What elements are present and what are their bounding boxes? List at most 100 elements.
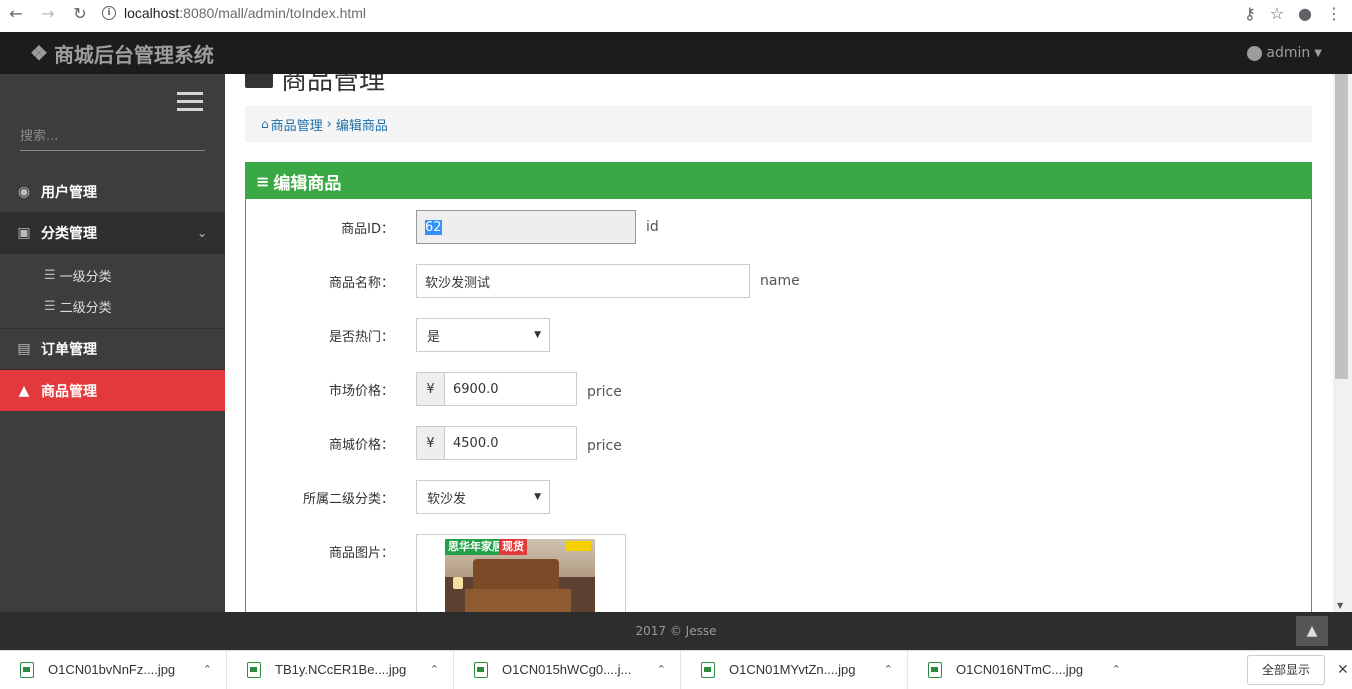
breadcrumb-link-products[interactable]: 商品管理 — [271, 115, 323, 134]
category-select[interactable]: 软沙发 ▼ — [416, 480, 550, 514]
user-menu[interactable]: admin ▼ — [1247, 45, 1322, 61]
back-arrow-icon[interactable]: ← — [0, 0, 32, 26]
sidebar-item-label: 商品管理 — [41, 383, 97, 400]
form-row-category: 所属二级分类： 软沙发 ▼ — [246, 480, 550, 514]
edit-panel: ≡ 编辑商品 商品ID： 62 id 商品名称： 软沙发测试 name 是否热门… — [245, 162, 1312, 612]
form-label: 商城价格： — [328, 437, 394, 453]
back-to-top-button[interactable]: ▲ — [1296, 616, 1328, 646]
download-item[interactable]: TB1y.NCcER1Be....jpg ⌃ — [227, 650, 454, 689]
caret-down-icon: ▼ — [1314, 47, 1322, 59]
footer: 2017 © Jesse ▲ — [0, 612, 1352, 650]
product-id-field[interactable]: 62 — [416, 210, 636, 244]
chevron-up-icon[interactable]: ⌃ — [203, 663, 212, 676]
form-label: 市场价格： — [328, 383, 394, 399]
info-icon[interactable]: i — [102, 6, 116, 20]
chevron-up-icon[interactable]: ⌃ — [884, 663, 893, 676]
sidebar-item-users[interactable]: ◉ 用户管理 — [0, 172, 225, 213]
market-price-field[interactable]: 6900.0 — [444, 372, 577, 406]
panel-title: 编辑商品 — [273, 173, 342, 194]
dropdown-arrow-icon: ▼ — [534, 492, 541, 502]
chevron-up-icon[interactable]: ⌃ — [430, 663, 439, 676]
product-image: 思华年家居 现货 — [445, 539, 595, 612]
address-bar[interactable]: i localhost:8080/mall/admin/toIndex.html — [102, 5, 1244, 21]
panel-heading: ≡ 编辑商品 — [246, 163, 1311, 199]
download-filename: O1CN016NTmC....jpg — [956, 662, 1084, 677]
form-label: 商品图片： — [328, 546, 394, 561]
search-input[interactable] — [20, 129, 205, 144]
hot-select[interactable]: 是 ▼ — [416, 318, 550, 352]
chevron-up-icon[interactable]: ⌃ — [1112, 663, 1121, 676]
forward-arrow-icon[interactable]: → — [32, 0, 64, 26]
shop-price-field[interactable]: 4500.0 — [444, 426, 577, 460]
sidebar-item-products[interactable]: ▲ 商品管理 — [0, 370, 225, 411]
field-hint: price — [587, 438, 622, 454]
sidebar: ◉ 用户管理 ▣ 分类管理 ⌄ ☰ 一级分类 ☰ 二级分类 ▤ 订单管理 ▲ 商… — [0, 74, 225, 612]
star-icon[interactable]: ☆ — [1270, 4, 1284, 23]
sidebar-item-label: 分类管理 — [41, 226, 97, 242]
download-filename: TB1y.NCcER1Be....jpg — [275, 662, 407, 677]
url-host: localhost — [124, 5, 180, 21]
list-icon: ☰ — [44, 268, 56, 283]
show-all-downloads-button[interactable]: 全部显示 — [1247, 654, 1326, 685]
image-file-icon — [474, 661, 488, 678]
shop-price-value: 4500.0 — [453, 435, 499, 451]
form-row-name: 商品名称： 软沙发测试 name — [246, 264, 800, 298]
sidebar-menu: ◉ 用户管理 ▣ 分类管理 ⌄ ☰ 一级分类 ☰ 二级分类 ▤ 订单管理 ▲ 商… — [0, 172, 225, 411]
download-item[interactable]: O1CN016NTmC....jpg ⌃ — [908, 651, 1135, 689]
currency-addon: ¥ — [416, 372, 444, 406]
profile-icon[interactable]: ● — [1298, 4, 1312, 23]
browser-toolbar: ← → ↻ i localhost:8080/mall/admin/toInde… — [0, 0, 1352, 26]
image-banner-stock: 现货 — [499, 539, 527, 555]
bars-icon: ≡ — [256, 171, 270, 191]
scroll-thumb[interactable] — [1335, 74, 1348, 379]
field-hint: price — [587, 384, 622, 400]
form-row-market-price: 市场价格： ¥ 6900.0 price — [246, 372, 622, 406]
currency-addon: ¥ — [416, 426, 444, 460]
more-icon[interactable]: ⋮ — [1326, 4, 1342, 23]
close-icon[interactable]: ✕ — [1337, 662, 1349, 678]
shopping-bag-icon: ▲ — [18, 382, 30, 399]
scroll-down-icon[interactable]: ▼ — [1337, 601, 1343, 610]
download-item[interactable]: O1CN015hWCg0....j... ⌃ — [454, 650, 681, 689]
sidebar-subitem-level1[interactable]: ☰ 一级分类 — [0, 260, 225, 291]
chevron-up-icon[interactable]: ⌃ — [657, 663, 666, 676]
download-filename: O1CN01bvNnFz....jpg — [48, 662, 176, 677]
image-badge — [565, 541, 591, 551]
image-file-icon — [20, 661, 34, 678]
field-hint: name — [760, 273, 800, 289]
page-scrollbar[interactable]: ▼ — [1333, 74, 1352, 612]
download-item[interactable]: O1CN01bvNnFz....jpg ⌃ — [0, 650, 227, 689]
image-file-icon — [928, 661, 942, 678]
reload-icon[interactable]: ↻ — [64, 0, 96, 26]
breadcrumb-link-edit[interactable]: 编辑商品 — [336, 115, 388, 134]
key-icon[interactable]: ⚷ — [1244, 4, 1256, 23]
form-row-shop-price: 商城价格： ¥ 4500.0 price — [246, 426, 622, 460]
form-label: 所属二级分类： — [302, 491, 394, 507]
download-filename: O1CN015hWCg0....j... — [502, 662, 632, 677]
breadcrumb-separator: › — [326, 116, 332, 132]
download-filename: O1CN01MYvtZn....jpg — [729, 662, 856, 677]
brand-title: 商城后台管理系统 — [53, 44, 214, 67]
list-icon: ☰ — [44, 299, 56, 314]
downloads-bar: O1CN01bvNnFz....jpg ⌃ TB1y.NCcER1Be....j… — [0, 650, 1352, 689]
product-name-field[interactable]: 软沙发测试 — [416, 264, 750, 298]
sidebar-item-label: 订单管理 — [41, 342, 97, 358]
product-image-box[interactable]: 思华年家居 现货 — [416, 534, 626, 612]
home-icon: ⌂ — [261, 117, 269, 131]
sidebar-item-orders[interactable]: ▤ 订单管理 — [0, 329, 225, 370]
sidebar-item-label: 用户管理 — [41, 185, 97, 201]
sidebar-subitem-level2[interactable]: ☰ 二级分类 — [0, 291, 225, 322]
cubes-icon: ❖ — [30, 42, 48, 65]
brand[interactable]: ❖ 商城后台管理系统 — [0, 39, 214, 68]
category-submenu: ☰ 一级分类 ☰ 二级分类 — [0, 254, 225, 329]
sidebar-subitem-label: 一级分类 — [59, 270, 112, 285]
image-file-icon — [247, 661, 261, 678]
page-header: 商品管理 — [245, 74, 385, 97]
menu-toggle-icon[interactable] — [177, 92, 203, 116]
file-icon: ▤ — [17, 341, 31, 357]
breadcrumb: ⌂ 商品管理 › 编辑商品 — [245, 106, 1312, 142]
main-content: 商品管理 ⌂ 商品管理 › 编辑商品 ≡ 编辑商品 商品ID： 62 id 商品… — [225, 74, 1333, 612]
page-title: 商品管理 — [281, 74, 386, 96]
sidebar-item-categories[interactable]: ▣ 分类管理 ⌄ — [0, 213, 225, 254]
download-item[interactable]: O1CN01MYvtZn....jpg ⌃ — [681, 650, 908, 689]
